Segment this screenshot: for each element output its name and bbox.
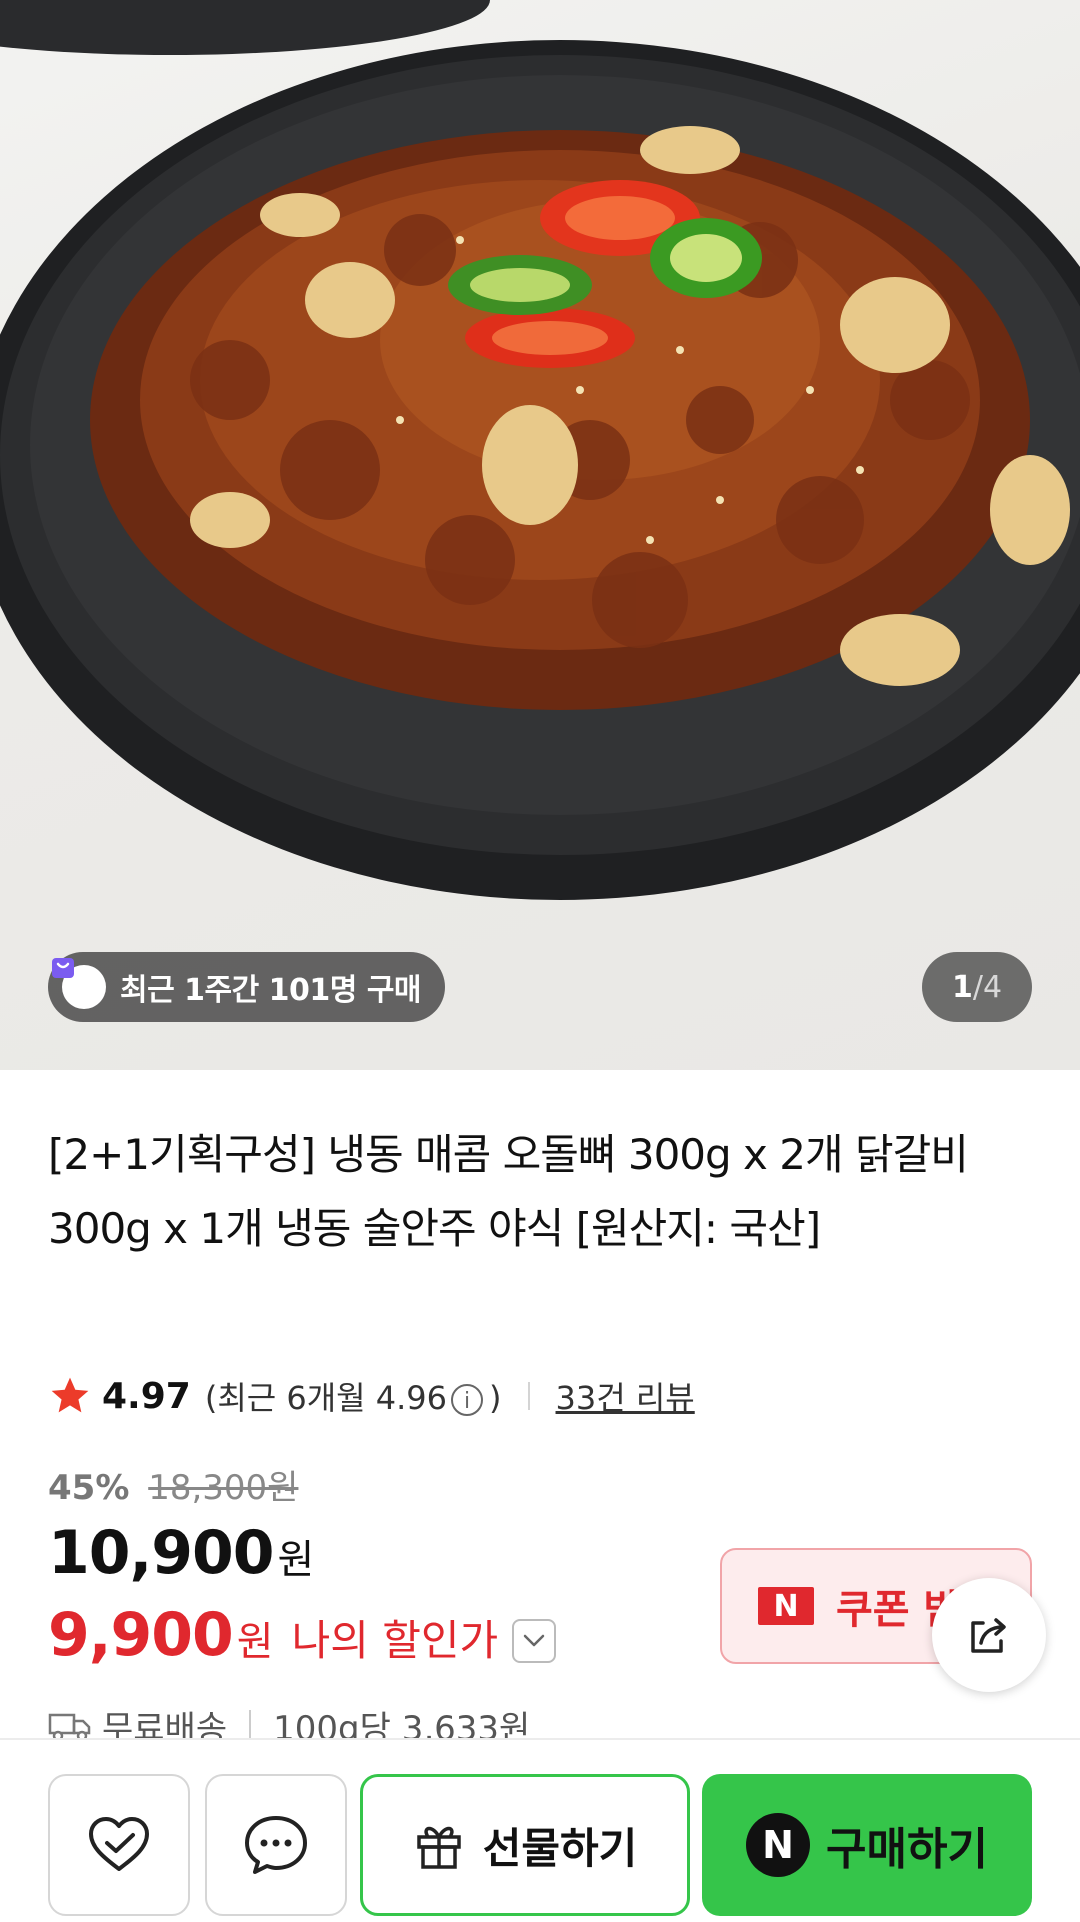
chevron-down-icon[interactable] [512, 1619, 557, 1663]
recent-buyers-badge: 최근 1주간 101명 구매 [48, 952, 446, 1022]
shopping-bag-icon [52, 958, 106, 1009]
recent-buyers-text: 최근 1주간 101명 구매 [120, 973, 422, 1008]
rating-row: 4.97 (최근 6개월 4.96 i) 33건 리뷰 [48, 1366, 695, 1426]
my-discount-price[interactable]: 9,900 원 나의 할인가 [48, 1600, 557, 1670]
wishlist-button[interactable] [48, 1774, 190, 1916]
chat-bubble-icon [245, 1816, 307, 1874]
gift-button[interactable]: 선물하기 [360, 1774, 690, 1916]
my-price-unit: 원 [236, 1619, 274, 1665]
sale-price-value: 10,900 [48, 1518, 275, 1588]
share-button[interactable] [932, 1578, 1046, 1692]
page-total: 4 [982, 969, 1003, 1005]
sale-price: 10,900 원 [48, 1518, 314, 1588]
my-price-value: 9,900 [48, 1600, 234, 1670]
page-current: 1 [951, 969, 973, 1005]
gift-label: 선물하기 [482, 1823, 638, 1873]
naver-n-icon: N [758, 1587, 814, 1625]
gift-icon [416, 1826, 461, 1869]
recent-rating-close: ) [489, 1379, 502, 1417]
product-photo [0, 0, 1080, 900]
shipping-divider [249, 1710, 252, 1740]
recent-rating-text: (최근 6개월 4.96 [204, 1379, 448, 1417]
rating-score: 4.97 [102, 1375, 191, 1417]
discount-row: 45% 18,300원 [48, 1460, 298, 1509]
info-icon[interactable]: i [451, 1384, 484, 1416]
share-icon [971, 1618, 1006, 1653]
sale-price-unit: 원 [277, 1537, 315, 1583]
original-price: 18,300원 [148, 1468, 299, 1508]
my-price-label: 나의 할인가 [291, 1616, 499, 1665]
page-separator: / [972, 969, 983, 1005]
product-image[interactable]: 최근 1주간 101명 구매 1 / 4 [0, 0, 1080, 1070]
buy-button[interactable]: N 구매하기 [702, 1774, 1032, 1916]
bottom-action-bar: 선물하기 N 구매하기 [0, 1738, 1080, 1922]
talk-talk-button[interactable] [205, 1774, 347, 1916]
buy-label: 구매하기 [826, 1824, 988, 1875]
reviews-link[interactable]: 33건 리뷰 [556, 1373, 695, 1419]
naver-pay-icon: N [746, 1813, 811, 1877]
discount-percent: 45% [48, 1468, 130, 1508]
image-page-indicator: 1 / 4 [922, 952, 1032, 1022]
product-title: [2+1기획구성] 냉동 매콤 오돌뼈 300g x 2개 닭갈비 300g x… [48, 1130, 969, 1253]
star-icon [51, 1377, 89, 1413]
heart-check-icon [89, 1817, 149, 1871]
recent-rating: (최근 6개월 4.96 i) [205, 1373, 502, 1419]
rating-divider [527, 1382, 530, 1410]
